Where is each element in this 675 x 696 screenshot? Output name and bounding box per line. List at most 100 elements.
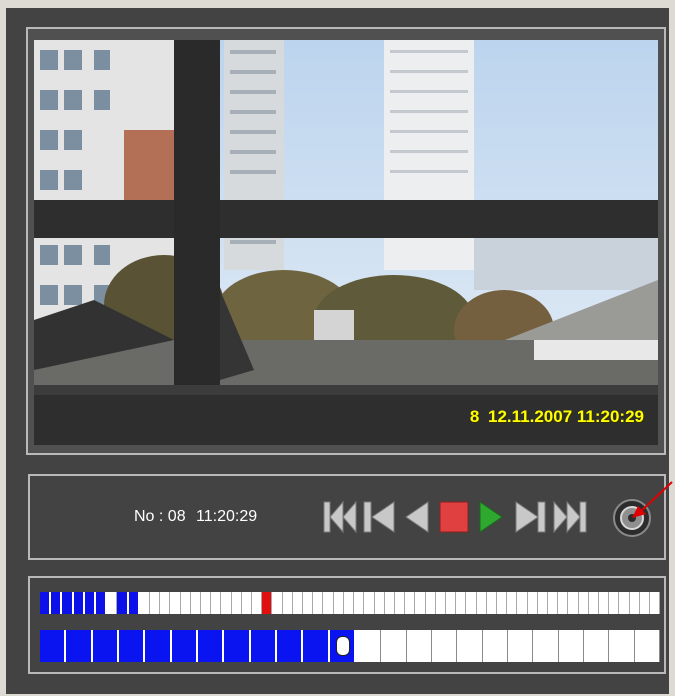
timeline-minute-cell[interactable]	[558, 592, 569, 614]
fast-rewind-button[interactable]	[322, 498, 358, 536]
video-display: 8 12.11.2007 11:20:29	[34, 40, 658, 445]
timeline-minute-cell[interactable]	[160, 592, 171, 614]
timeline-minute-cell[interactable]	[354, 592, 365, 614]
timeline-minute-cell[interactable]	[150, 592, 161, 614]
timeline-minute-cell[interactable]	[547, 592, 559, 614]
fast-rewind-icon	[323, 500, 357, 534]
timeline-minute-cell[interactable]	[405, 592, 416, 614]
timeline-minute-cell[interactable]	[40, 592, 52, 614]
timeline-minute-cell[interactable]	[231, 592, 242, 614]
timeline-minute-cell[interactable]	[303, 592, 314, 614]
timeline-hour-cell[interactable]	[92, 630, 119, 662]
timeline-minute-cell[interactable]	[252, 592, 263, 614]
timeline-minute-cell[interactable]	[394, 592, 406, 614]
timeline-hour-cell[interactable]	[66, 630, 93, 662]
timeline-minute-cell[interactable]	[568, 592, 579, 614]
playback-time: 11:20:29	[196, 508, 258, 525]
timeline-minute-cell[interactable]	[629, 592, 640, 614]
timeline-minute-cell[interactable]	[221, 592, 232, 614]
timeline-minute-cell[interactable]	[517, 592, 528, 614]
timeline-minute-cell[interactable]	[292, 592, 304, 614]
timeline-minute-cell[interactable]	[435, 592, 446, 614]
timeline-minute-cell[interactable]	[323, 592, 334, 614]
timeline-minute-cell[interactable]	[466, 592, 477, 614]
step-forward-button[interactable]	[512, 498, 548, 536]
timeline-hour-cell[interactable]	[583, 630, 610, 662]
timeline-hour-cell[interactable]	[145, 630, 172, 662]
timeline-hour-cell[interactable]	[609, 630, 635, 662]
stop-icon	[439, 501, 469, 533]
play-reverse-icon	[405, 501, 429, 533]
timeline-minute-cell[interactable]	[415, 592, 426, 614]
timeline-minute-cell[interactable]	[282, 592, 293, 614]
timeline-minute-cell[interactable]	[445, 592, 457, 614]
timeline-minute-cell[interactable]	[496, 592, 508, 614]
timeline-minute-cell[interactable]	[117, 592, 129, 614]
timeline-minute-cell[interactable]	[51, 592, 63, 614]
timeline-minute-cell[interactable]	[333, 592, 344, 614]
timeline-hour-cell[interactable]	[40, 630, 67, 662]
timeline-minute-cell[interactable]	[128, 592, 140, 614]
timeline-hour-cell[interactable]	[431, 630, 458, 662]
fast-forward-button[interactable]	[552, 498, 588, 536]
timeline-minute-cell[interactable]	[578, 592, 589, 614]
timeline-minute-cell[interactable]	[619, 592, 630, 614]
camera-scene-image	[34, 40, 658, 445]
timeline-hour-cell[interactable]	[355, 630, 382, 662]
step-back-button[interactable]	[362, 498, 398, 536]
timeline-hour-cell[interactable]	[250, 630, 277, 662]
timeline-hour-cell[interactable]	[482, 630, 508, 662]
timeline-hour-cell[interactable]	[381, 630, 407, 662]
timeline-hour-cell[interactable]	[303, 630, 330, 662]
timeline-minute-cell[interactable]	[507, 592, 518, 614]
timeline-minute-cell[interactable]	[537, 592, 548, 614]
timeline-hour-cell[interactable]	[276, 630, 304, 662]
play-reverse-button[interactable]	[402, 498, 432, 536]
timeline-minute-cell[interactable]	[62, 592, 74, 614]
timeline-hour-bar	[40, 630, 660, 662]
play-button[interactable]	[476, 498, 506, 536]
timeline-hour-cell[interactable]	[558, 630, 584, 662]
timeline-minute-cell[interactable]	[456, 592, 467, 614]
timeline-minute-cell[interactable]	[364, 592, 375, 614]
timeline-hour-cell[interactable]	[406, 630, 432, 662]
timeline-hour-cell[interactable]	[634, 630, 660, 662]
timeline-hour-cell[interactable]	[118, 630, 146, 662]
timeline-minute-cell[interactable]	[139, 592, 151, 614]
timeline-minute-cell[interactable]	[272, 592, 283, 614]
timeline-hour-cell[interactable]	[224, 630, 251, 662]
timeline-hour-cell-current[interactable]	[329, 630, 356, 662]
play-icon	[479, 501, 503, 533]
timeline-minute-cell[interactable]	[241, 592, 253, 614]
timeline-minute-cell[interactable]	[598, 592, 610, 614]
stop-button[interactable]	[438, 498, 470, 536]
timeline-minute-cell[interactable]	[190, 592, 202, 614]
timeline-minute-cell[interactable]	[73, 592, 85, 614]
timeline-hour-cell[interactable]	[197, 630, 225, 662]
timeline-hour-cell[interactable]	[507, 630, 534, 662]
timeline-minute-cell[interactable]	[107, 592, 118, 614]
timeline-minute-cell[interactable]	[384, 592, 395, 614]
timeline-minute-cell[interactable]	[476, 592, 487, 614]
timeline-minute-cell[interactable]	[639, 592, 650, 614]
timeline-minute-cell[interactable]	[588, 592, 599, 614]
timeline-minute-cell[interactable]	[609, 592, 620, 614]
timeline-hour-cell[interactable]	[457, 630, 483, 662]
timeline-minute-cell[interactable]	[201, 592, 212, 614]
timeline-minute-cell[interactable]	[180, 592, 191, 614]
timeline-hour-cell[interactable]	[533, 630, 559, 662]
timeline-minute-cell[interactable]	[96, 592, 108, 614]
timeline-hour-cell[interactable]	[171, 630, 198, 662]
timeline-minute-cell[interactable]	[527, 592, 538, 614]
timeline-minute-cell[interactable]	[374, 592, 385, 614]
timeline-minute-cell[interactable]	[425, 592, 436, 614]
timeline-minute-cell[interactable]	[211, 592, 222, 614]
timeline-minute-cell[interactable]	[170, 592, 181, 614]
camera-number-label: No : 08	[134, 508, 186, 525]
timeline-minute-cell[interactable]	[486, 592, 497, 614]
timeline-minute-cell[interactable]	[343, 592, 355, 614]
timeline-minute-cell[interactable]	[262, 592, 273, 614]
timeline-minute-cell[interactable]	[313, 592, 324, 614]
timeline-minute-cell[interactable]	[649, 592, 661, 614]
timeline-minute-cell[interactable]	[84, 592, 97, 614]
